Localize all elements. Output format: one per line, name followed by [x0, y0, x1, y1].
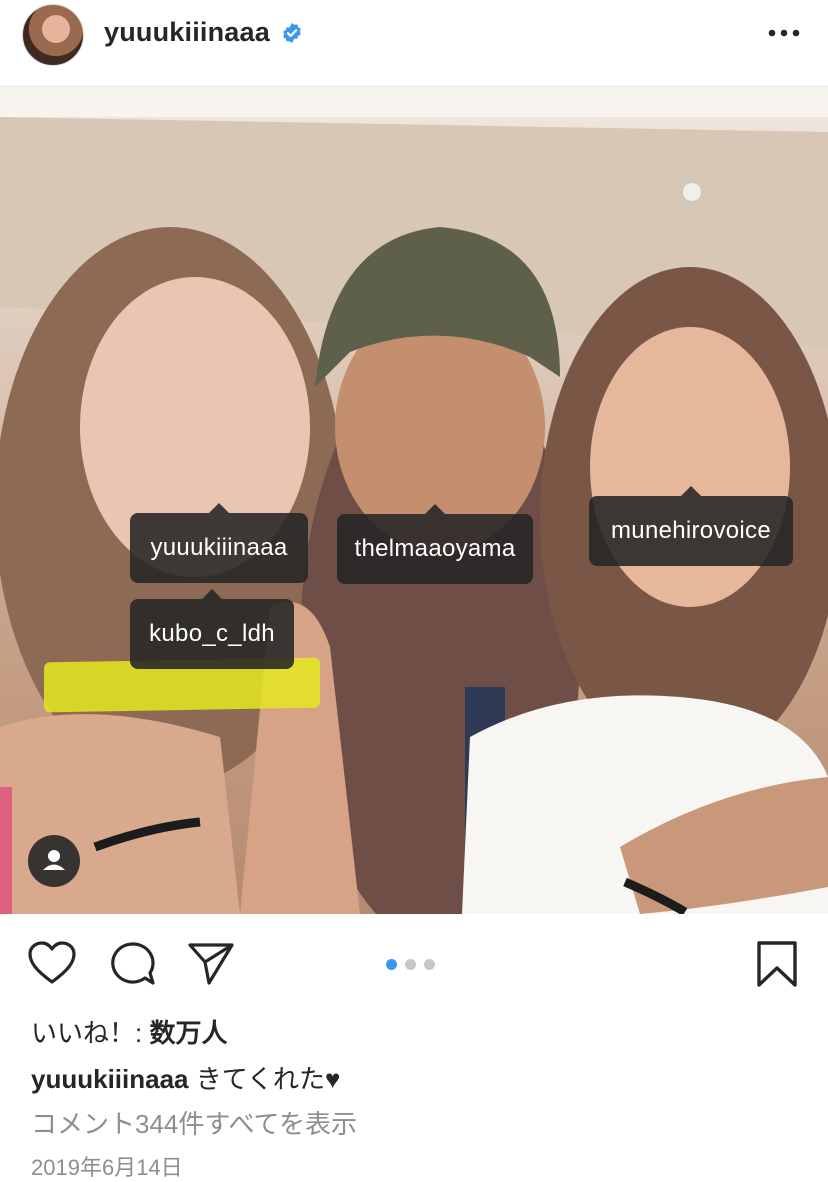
action-bar	[0, 915, 828, 1010]
user-tag-label: yuuukiiinaaa	[150, 534, 288, 561]
heart-icon[interactable]	[27, 940, 77, 986]
likes-prefix: いいね！:	[31, 1018, 150, 1048]
bookmark-icon[interactable]	[755, 940, 799, 988]
tagged-users-button[interactable]	[28, 835, 80, 887]
user-tag[interactable]: munehirovoice	[589, 486, 793, 566]
carousel-dot	[424, 959, 435, 970]
likes-count: 数万人	[149, 1018, 228, 1048]
view-comments-link[interactable]: コメント344件すべてを表示	[31, 1104, 357, 1141]
post-username[interactable]: yuuukiiinaaa	[104, 17, 270, 48]
post-photo[interactable]: yuuukiiinaaa thelmaaoyama munehirovoice …	[0, 87, 828, 914]
comment-icon[interactable]	[108, 940, 156, 988]
avatar[interactable]	[22, 4, 84, 66]
caption: yuuukiiinaaa きてくれた♥	[31, 1059, 340, 1096]
post-date: 2019年6月14日	[31, 1155, 183, 1180]
user-tag-label: thelmaaoyama	[354, 535, 516, 562]
likes-line[interactable]: いいね！: 数万人	[31, 1013, 227, 1050]
more-horizontal-icon[interactable]	[765, 22, 805, 44]
user-tag[interactable]: kubo_c_ldh	[130, 589, 294, 669]
carousel-indicator	[386, 957, 443, 970]
user-tag-label: munehirovoice	[611, 517, 771, 544]
post-header: yuuukiiinaaa	[0, 0, 828, 87]
carousel-dot	[405, 959, 416, 970]
person-icon	[43, 850, 65, 870]
caption-username[interactable]: yuuukiiinaaa	[31, 1064, 189, 1094]
carousel-dot	[386, 959, 397, 970]
user-tag[interactable]: yuuukiiinaaa	[130, 503, 308, 583]
verified-badge-icon	[283, 22, 301, 44]
user-tag[interactable]: thelmaaoyama	[337, 504, 533, 584]
send-icon[interactable]	[186, 940, 236, 986]
user-tag-label: kubo_c_ldh	[149, 620, 275, 647]
caption-text: きてくれた♥	[195, 1064, 341, 1094]
